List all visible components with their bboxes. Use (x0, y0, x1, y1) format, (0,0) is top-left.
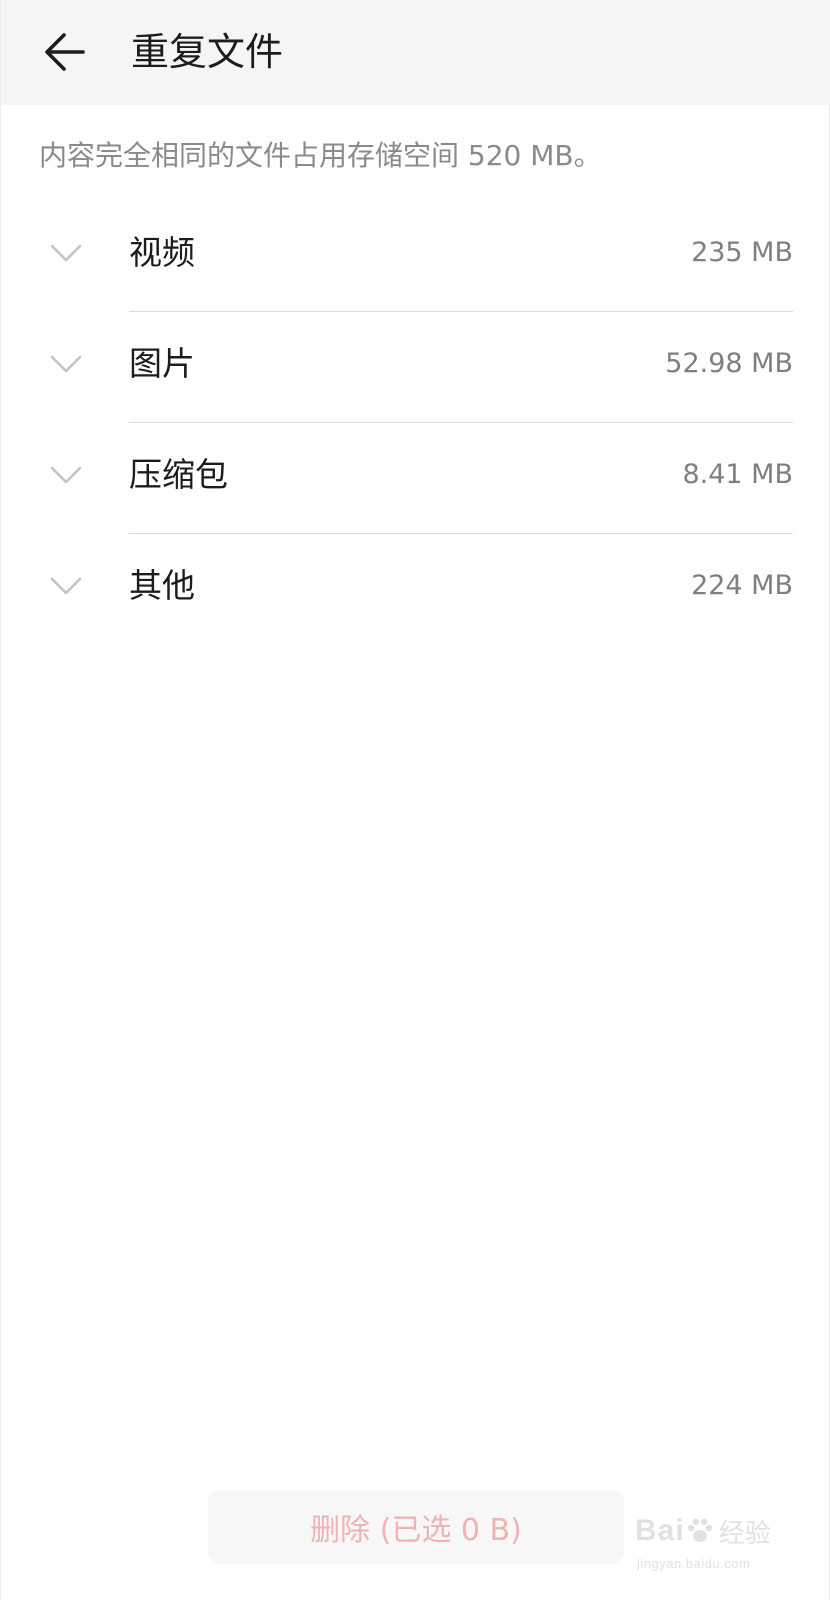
divider (129, 422, 793, 423)
screen: 重复文件 内容完全相同的文件占用存储空间 520 MB。 视频 235 MB 图… (0, 0, 830, 1600)
category-label: 其他 (129, 566, 195, 605)
category-size: 224 MB (691, 570, 793, 601)
category-item-image[interactable]: 图片 52.98 MB (1, 314, 830, 425)
app-bar: 重复文件 (1, 0, 830, 105)
chevron-down-icon (50, 244, 82, 262)
category-size: 235 MB (691, 237, 793, 268)
category-list: 视频 235 MB 图片 52.98 MB 压缩包 8.41 MB 其他 224… (1, 203, 830, 647)
page-title: 重复文件 (131, 30, 284, 74)
divider (129, 533, 793, 534)
storage-summary: 内容完全相同的文件占用存储空间 520 MB。 (39, 139, 602, 172)
category-label: 视频 (129, 233, 195, 272)
chevron-down-icon (50, 577, 82, 595)
category-item-archive[interactable]: 压缩包 8.41 MB (1, 425, 830, 536)
category-item-video[interactable]: 视频 235 MB (1, 203, 830, 314)
watermark-brand: Bai (635, 1514, 685, 1547)
divider (129, 311, 793, 312)
watermark-brand-cn: 经验 (718, 1518, 771, 1549)
category-label: 图片 (129, 344, 195, 383)
paw-icon (687, 1518, 712, 1542)
category-label: 压缩包 (129, 455, 228, 494)
category-size: 8.41 MB (682, 459, 793, 490)
back-button[interactable] (27, 14, 103, 90)
arrow-left-icon (45, 33, 85, 71)
chevron-down-icon (50, 466, 82, 484)
watermark-logo: Bai 经验 jingyan.baidu.com (635, 1508, 795, 1588)
delete-button[interactable]: 删除 (已选 0 B) (208, 1490, 624, 1564)
watermark-url: jingyan.baidu.com (637, 1556, 751, 1571)
chevron-down-icon (50, 355, 82, 373)
category-size: 52.98 MB (665, 348, 793, 379)
category-item-other[interactable]: 其他 224 MB (1, 536, 830, 647)
